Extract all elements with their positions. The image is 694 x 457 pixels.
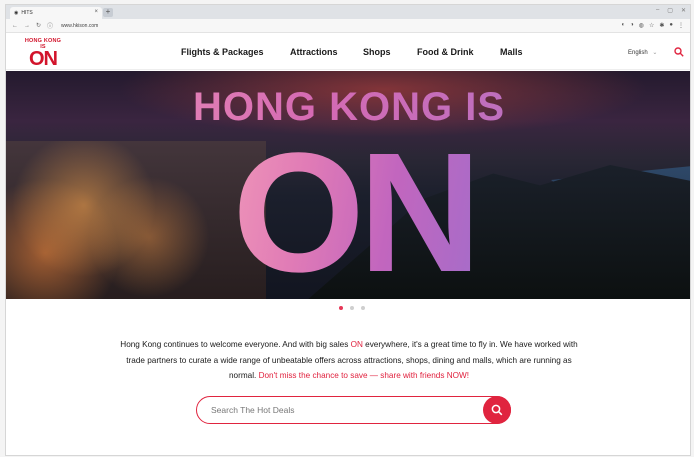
globe-icon: ◉ [14, 10, 19, 16]
nav-malls[interactable]: Malls [500, 47, 523, 57]
profile-icon[interactable]: ● [669, 22, 673, 29]
url-field[interactable]: www.hkison.com [61, 23, 98, 29]
site-header: HONG KONG IS ON Flights & Packages Attra… [6, 34, 690, 70]
tab-title: HITS [21, 10, 33, 16]
intro-cta: Don't miss the chance to save — share wi… [258, 371, 469, 380]
search-button[interactable] [483, 396, 511, 424]
carousel-dots [339, 306, 365, 310]
intro-text: Hong Kong continues to welcome everyone.… [120, 340, 351, 349]
extension-icon[interactable]: ◑ [630, 22, 634, 29]
close-tab-icon[interactable]: × [94, 9, 98, 15]
nav-flights-packages[interactable]: Flights & Packages [181, 47, 264, 57]
window-controls: – ▢ ✕ [656, 7, 686, 14]
chevron-down-icon: ⌄ [652, 50, 658, 56]
address-bar: ← → ↻ ⓘ www.hkison.com ◐ ◑ ◍ ☆ ✱ ● ⋮ [6, 19, 690, 33]
nav-shops[interactable]: Shops [363, 47, 391, 57]
carousel-dot-2[interactable] [350, 306, 354, 310]
tab-strip: ◉ HITS × + – ▢ ✕ [6, 5, 690, 19]
language-selector[interactable]: English ⌄ [628, 49, 657, 56]
browser-tab[interactable]: ◉ HITS × [10, 7, 102, 19]
carousel-dot-3[interactable] [361, 306, 365, 310]
back-icon[interactable]: ← [12, 23, 18, 29]
menu-icon[interactable]: ⋮ [678, 22, 684, 29]
maximize-icon[interactable]: ▢ [667, 7, 673, 14]
forward-icon[interactable]: → [24, 23, 30, 29]
hero-banner[interactable]: HONG KONG IS ON [6, 71, 690, 299]
nav-attractions[interactable]: Attractions [290, 47, 338, 57]
reload-icon[interactable]: ↻ [36, 22, 41, 29]
new-tab-button[interactable]: + [103, 8, 113, 17]
star-icon[interactable]: ☆ [649, 22, 654, 29]
intro-paragraph: Hong Kong continues to welcome everyone.… [114, 337, 584, 384]
extension-icon[interactable]: ◐ [621, 22, 625, 29]
site-info-icon[interactable]: ⓘ [47, 21, 53, 30]
search-icon [491, 404, 503, 416]
minimize-icon[interactable]: – [656, 7, 659, 14]
close-window-icon[interactable]: ✕ [681, 7, 686, 14]
hero-on-text: ON [189, 128, 519, 298]
nav-food-drink[interactable]: Food & Drink [417, 47, 474, 57]
deals-search-bar[interactable]: Search The Hot Deals [196, 396, 511, 424]
carousel-dot-1[interactable] [339, 306, 343, 310]
extension-icons: ◐ ◑ ◍ ☆ ✱ ● ⋮ [621, 22, 684, 29]
site-logo[interactable]: HONG KONG IS ON [22, 38, 64, 70]
search-icon[interactable] [674, 47, 684, 57]
browser-window: ◉ HITS × + – ▢ ✕ ← → ↻ ⓘ www.hkison.com … [5, 4, 691, 456]
camera-icon[interactable]: ◍ [639, 22, 644, 29]
intro-highlight-on: ON [350, 340, 363, 349]
logo-on-text: ON [29, 48, 58, 70]
puzzle-icon[interactable]: ✱ [659, 22, 664, 29]
search-input[interactable]: Search The Hot Deals [211, 405, 294, 415]
language-label: English [628, 50, 648, 56]
